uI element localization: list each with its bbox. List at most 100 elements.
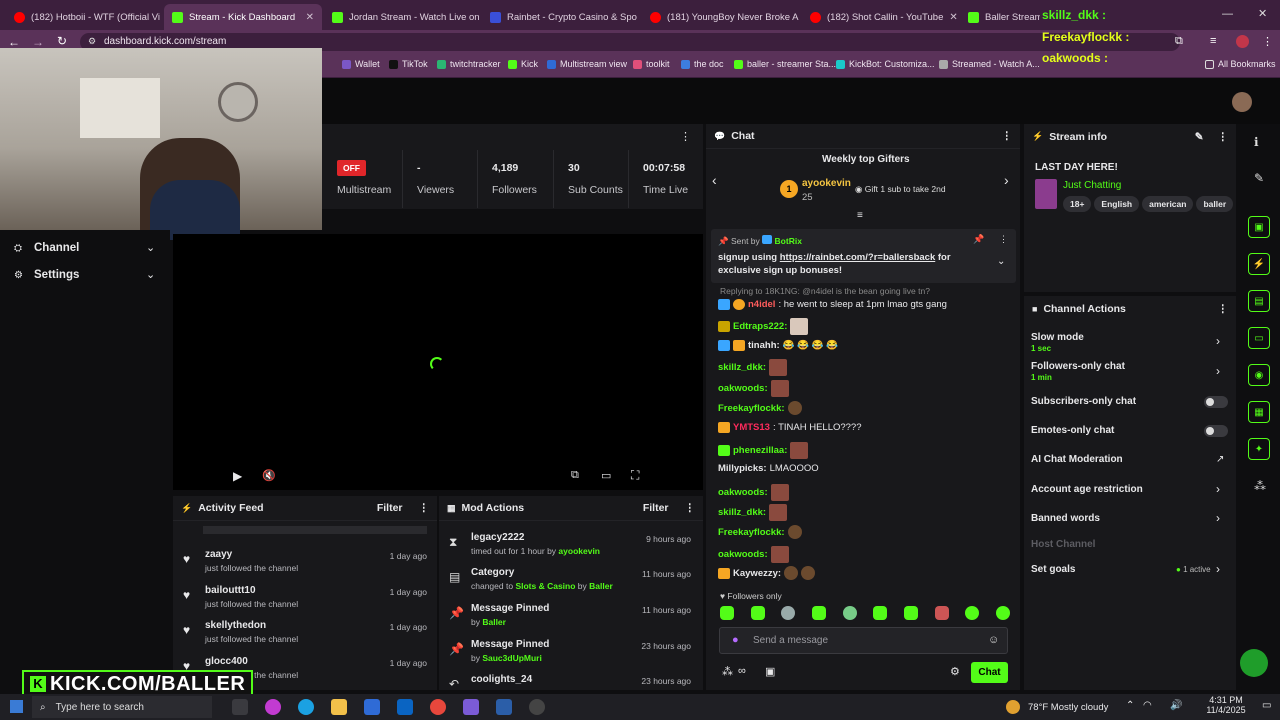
forward-icon[interactable]: → bbox=[32, 35, 44, 49]
more-icon[interactable]: ⋮ bbox=[1218, 131, 1229, 143]
browser-tab[interactable]: (181) YoungBoy Never Broke A✕ bbox=[642, 4, 800, 30]
emote-button[interactable] bbox=[781, 606, 796, 620]
collapse-icon[interactable]: ≡ bbox=[857, 210, 863, 221]
tag[interactable]: american bbox=[1142, 196, 1194, 212]
close-icon[interactable]: ✕ bbox=[300, 12, 314, 23]
all-bookmarks[interactable]: All Bookmarks bbox=[1205, 59, 1276, 69]
play-icon[interactable]: ▶ bbox=[233, 469, 242, 483]
obs-icon[interactable] bbox=[529, 699, 545, 715]
filter-button[interactable]: Filter bbox=[643, 502, 669, 514]
bookmark-kick[interactable]: Kick bbox=[508, 59, 538, 69]
emote-button[interactable] bbox=[965, 606, 980, 620]
pip-icon[interactable]: ⧉ bbox=[571, 469, 579, 482]
emote-button[interactable] bbox=[995, 606, 1010, 620]
bookmark-kickbot[interactable]: KickBot: Customiza... bbox=[836, 59, 935, 69]
chevron-right-icon[interactable]: › bbox=[1216, 482, 1220, 496]
close-icon[interactable]: ✕ bbox=[637, 12, 640, 23]
infinity-icon[interactable]: ∞ bbox=[738, 665, 746, 677]
chevron-down-icon[interactable]: ⌄ bbox=[997, 256, 1005, 267]
bookmark-toolkit[interactable]: toolkit bbox=[633, 59, 670, 69]
mute-icon[interactable]: 🔇 bbox=[262, 469, 276, 482]
extensions-icon[interactable]: ⧉ bbox=[1175, 35, 1183, 48]
layout-icon[interactable]: ▣ bbox=[1248, 216, 1270, 238]
chrome-icon[interactable] bbox=[430, 699, 446, 715]
unpin-icon[interactable]: 📌 bbox=[973, 234, 984, 245]
back-icon[interactable]: ← bbox=[8, 35, 20, 49]
app-icon[interactable] bbox=[496, 699, 512, 715]
tag[interactable]: English bbox=[1094, 196, 1140, 212]
more-icon[interactable]: ⋮ bbox=[1218, 303, 1229, 315]
fullscreen-icon[interactable]: ⛶ bbox=[631, 468, 639, 483]
stat-multistream[interactable]: OFF Multistream bbox=[323, 150, 402, 208]
chevron-left-icon[interactable]: ‹ bbox=[712, 172, 717, 188]
points-icon[interactable]: ⁂ bbox=[722, 665, 733, 678]
bookmark-multistream[interactable]: Multistream view bbox=[547, 59, 627, 69]
tag[interactable]: baller bbox=[1196, 196, 1234, 212]
top-gifter-name[interactable]: ayookevin bbox=[802, 178, 851, 189]
menu-icon[interactable]: ≡ bbox=[1210, 35, 1216, 47]
site-info-icon[interactable]: ⚙ bbox=[88, 36, 96, 47]
chat-input[interactable]: ● Send a message ☺ bbox=[719, 627, 1008, 654]
filter-button[interactable]: Filter bbox=[377, 502, 403, 514]
weather-text[interactable]: 78°F Mostly cloudy bbox=[1028, 702, 1108, 713]
edit-icon[interactable]: ✎ bbox=[1195, 131, 1204, 143]
microphone-icon[interactable]: ● bbox=[732, 634, 739, 646]
more-icon[interactable]: ⋮ bbox=[419, 502, 430, 514]
pinned-link[interactable]: https://rainbet.com/?r=ballersback bbox=[780, 252, 935, 263]
edge-icon[interactable] bbox=[298, 699, 314, 715]
clipboard-icon[interactable]: ▤ bbox=[1248, 290, 1270, 312]
send-chat-button[interactable]: Chat bbox=[971, 662, 1008, 683]
window-close-icon[interactable]: ✕ bbox=[1258, 7, 1267, 20]
theater-icon[interactable]: ▭ bbox=[601, 469, 611, 482]
subscribers-only-toggle[interactable] bbox=[1204, 396, 1228, 408]
action-banned-words[interactable]: Banned words bbox=[1031, 513, 1100, 524]
browser-tab[interactable]: (182) Hotboii - WTF (Official Vi✕ bbox=[6, 4, 164, 30]
file-explorer-icon[interactable] bbox=[331, 699, 347, 715]
more-icon[interactable]: ⋮ bbox=[680, 130, 691, 143]
profile-avatar[interactable] bbox=[1236, 35, 1249, 48]
bookmark-twitchtracker[interactable]: twitchtracker bbox=[437, 59, 501, 69]
clock[interactable]: 4:31 PM 11/4/2025 bbox=[1206, 695, 1246, 715]
emote-button[interactable] bbox=[873, 606, 888, 620]
task-view-icon[interactable] bbox=[232, 699, 248, 715]
sidebar-item-channel[interactable]: ⛭ Channel ⌄ bbox=[12, 242, 170, 258]
emote-button[interactable] bbox=[934, 606, 949, 620]
edit-icon[interactable]: ✎ bbox=[1254, 171, 1264, 185]
emote-button[interactable] bbox=[903, 606, 918, 620]
tag[interactable]: 18+ bbox=[1063, 196, 1092, 212]
reload-icon[interactable]: ↻ bbox=[57, 34, 67, 48]
user-avatar[interactable] bbox=[1232, 92, 1252, 112]
more-icon[interactable]: ⋮ bbox=[999, 234, 1008, 245]
emote-button[interactable] bbox=[750, 606, 765, 620]
bookmark-wallet[interactable]: Wallet bbox=[342, 59, 380, 69]
chevron-right-icon[interactable]: › bbox=[1216, 562, 1220, 576]
external-link-icon[interactable]: ↗ bbox=[1216, 454, 1224, 465]
chevron-right-icon[interactable]: › bbox=[1004, 172, 1009, 188]
sidebar-item-settings[interactable]: ⚙ Settings ⌄ bbox=[12, 269, 170, 285]
video-player[interactable]: ▶ 🔇 ⧉ ▭ ⛶ bbox=[173, 234, 703, 490]
volume-icon[interactable]: 🔊 bbox=[1170, 700, 1182, 711]
emoji-icon[interactable]: ☺ bbox=[988, 634, 999, 646]
emote-button[interactable] bbox=[811, 606, 826, 620]
close-icon[interactable]: ✕ bbox=[943, 12, 957, 23]
bookmark-the-doc[interactable]: the doc bbox=[681, 59, 724, 69]
emote-button[interactable] bbox=[842, 606, 857, 620]
action-set-goals[interactable]: Set goals bbox=[1031, 564, 1075, 575]
chat-settings-icon[interactable]: ⚙ bbox=[950, 665, 960, 678]
close-icon[interactable]: ✕ bbox=[799, 12, 800, 23]
browser-tab[interactable]: Rainbet - Crypto Casino & Spo✕ bbox=[482, 4, 640, 30]
broadcast-icon[interactable]: ◉ bbox=[1248, 364, 1270, 386]
more-icon[interactable]: ⋮ bbox=[1002, 130, 1013, 142]
bolt-icon[interactable]: ⚡ bbox=[1248, 253, 1270, 275]
browser-tab[interactable]: (182) Shot Callin - YouTube ✕ bbox=[802, 4, 960, 30]
minimize-icon[interactable]: — bbox=[1222, 8, 1233, 20]
action-slow-mode[interactable]: Slow mode 1 sec bbox=[1031, 332, 1084, 353]
emote-button[interactable] bbox=[720, 606, 734, 620]
copilot-icon[interactable] bbox=[265, 699, 281, 715]
store-icon[interactable] bbox=[364, 699, 380, 715]
discord-icon[interactable] bbox=[463, 699, 479, 715]
action-account-age[interactable]: Account age restriction bbox=[1031, 484, 1143, 495]
bookmark-baller-stats[interactable]: baller - streamer Sta... bbox=[734, 59, 836, 69]
wrench-icon[interactable]: ✦ bbox=[1248, 438, 1270, 460]
support-icon[interactable] bbox=[1240, 649, 1268, 677]
